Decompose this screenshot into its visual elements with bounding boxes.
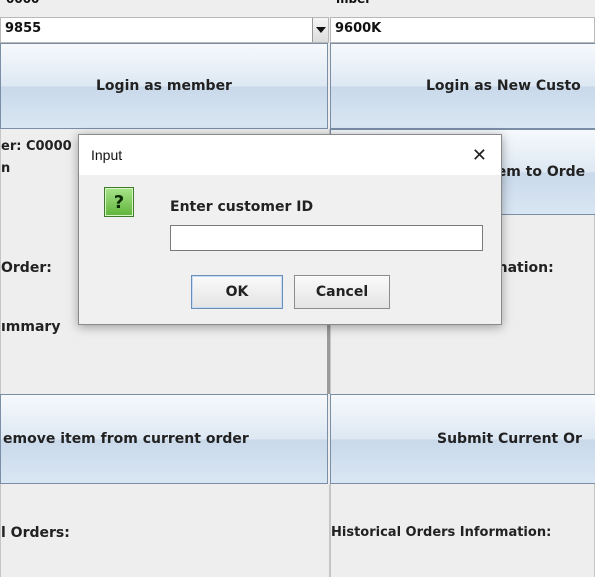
dialog-title-bar[interactable]: Input ✕ [79, 135, 501, 175]
login-member-label: Login as member [96, 78, 232, 94]
ok-label: OK [225, 284, 249, 300]
cancel-label: Cancel [315, 284, 369, 300]
information-label: mation: [493, 260, 554, 276]
order-label: Order: [1, 260, 52, 276]
login-member-button[interactable]: Login as member [0, 43, 328, 129]
dialog-title: Input [91, 147, 123, 163]
remove-item-button[interactable]: emove item from current order [0, 394, 328, 484]
historical-label-cell: Historical Orders Information: [330, 484, 595, 577]
add-item-label: tem to Orde [490, 164, 586, 180]
login-new-customer-label: Login as New Custo [426, 78, 581, 94]
historical-orders-label: Historical Orders Information: [331, 525, 552, 540]
customer-id-label: er: C0000 [1, 139, 72, 154]
dropdown-button[interactable] [312, 18, 328, 42]
cancel-button[interactable]: Cancel [294, 275, 390, 309]
top-right-partial-label: mber [336, 0, 396, 5]
top-right-value: 9600K [335, 21, 382, 36]
login-new-customer-button[interactable]: Login as New Custo [330, 43, 595, 129]
remove-item-label: emove item from current order [3, 431, 249, 447]
summary-label: ımmary [1, 319, 61, 335]
submit-order-button[interactable]: Submit Current Or [330, 394, 595, 484]
customer-id-input[interactable] [170, 225, 483, 251]
top-left-partial-label: 0000 [6, 0, 66, 5]
orders-label-cell: l Orders: [0, 484, 330, 577]
input-dialog: Input ✕ ? Enter customer ID OK Cancel [78, 134, 502, 325]
top-left-value: 9855 [5, 21, 42, 36]
top-right-field[interactable]: 9600K [330, 17, 595, 43]
question-icon: ? [104, 187, 134, 217]
orders-label: l Orders: [1, 525, 70, 541]
enter-customer-id-label: Enter customer ID [170, 199, 314, 215]
chevron-down-icon [315, 27, 326, 33]
submit-order-label: Submit Current Or [437, 431, 582, 447]
customer-name-label: n [1, 161, 11, 176]
top-left-field[interactable]: 9855 [0, 17, 329, 43]
ok-button[interactable]: OK [191, 275, 283, 309]
close-icon[interactable]: ✕ [472, 145, 487, 166]
